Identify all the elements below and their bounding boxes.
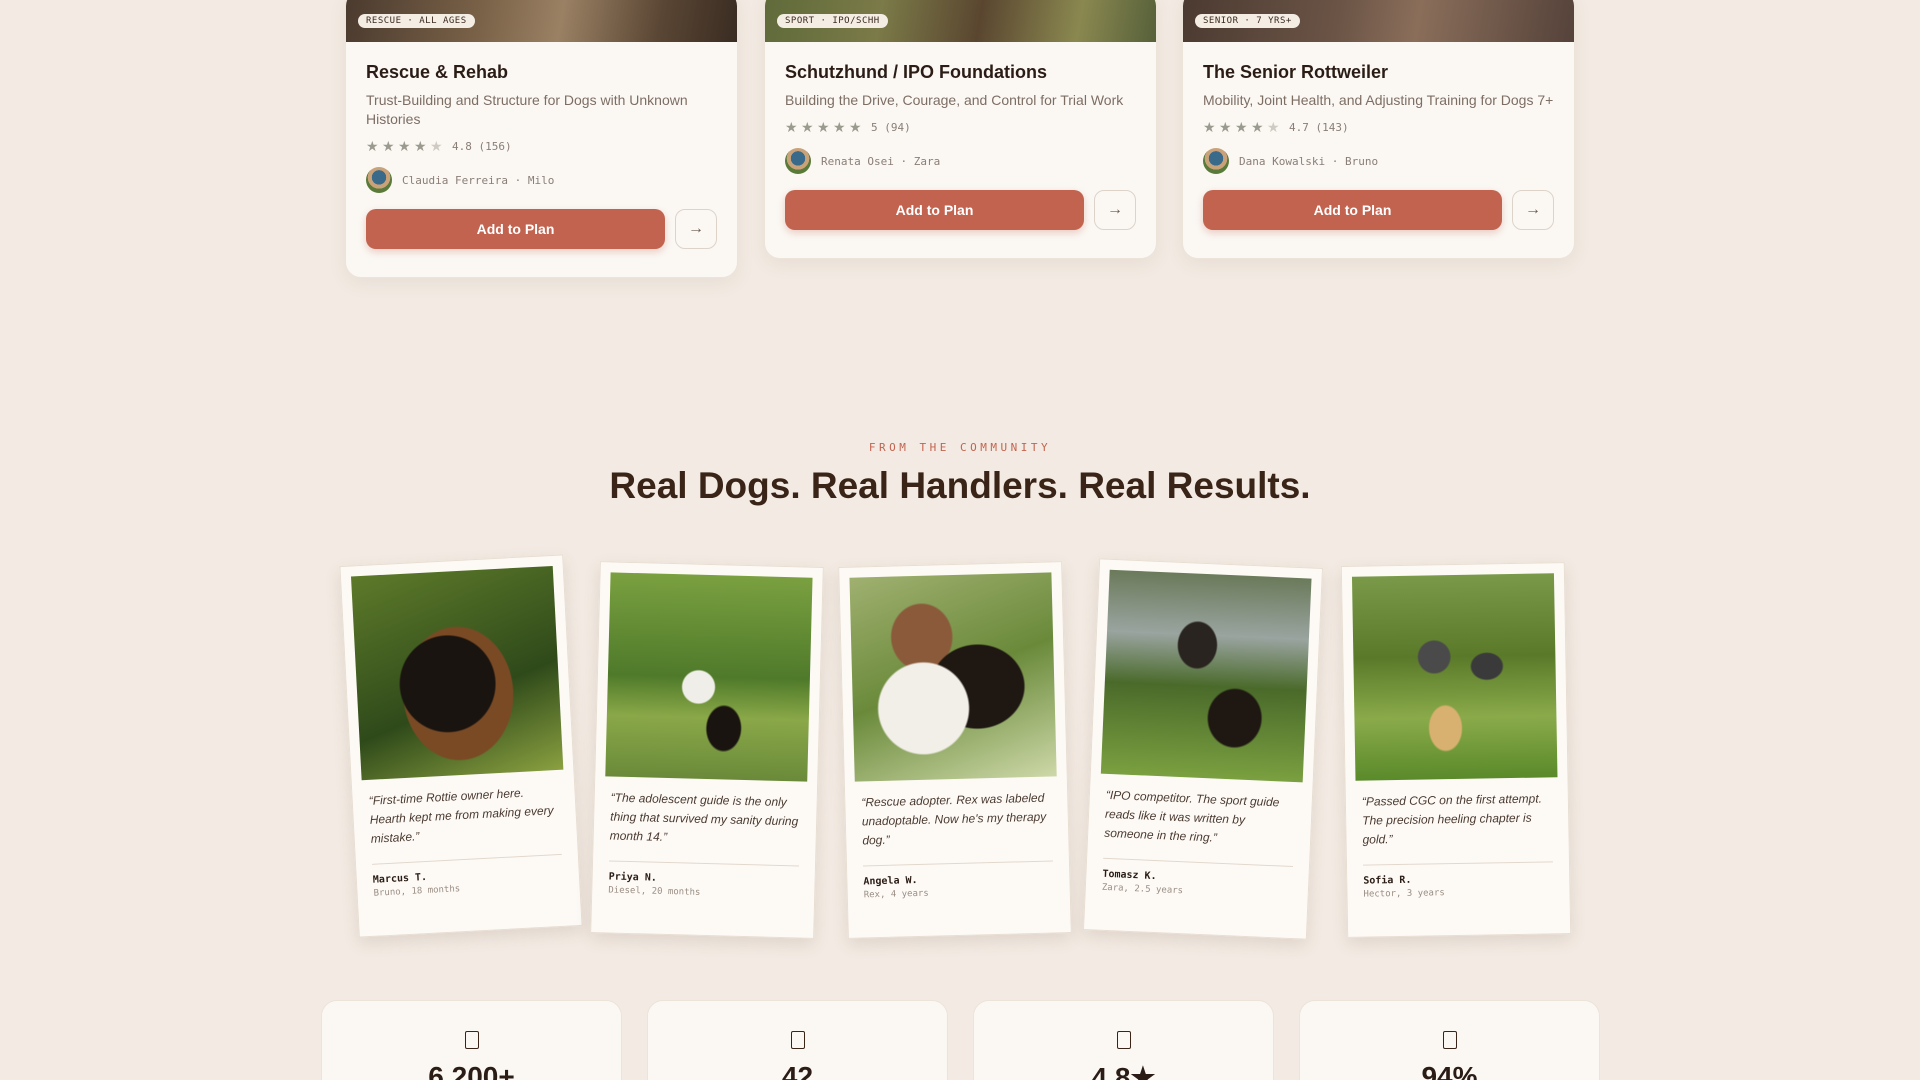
testimonial-author: Angela W.	[863, 875, 918, 888]
testimonial-quote: “The adolescent guide is the only thing …	[609, 790, 799, 844]
course-tag: SPORT · IPO/SCHH	[777, 14, 888, 28]
divider	[372, 853, 562, 865]
star-icon: ★	[1251, 119, 1264, 135]
add-to-plan-button[interactable]: Add to Plan	[1203, 190, 1502, 230]
stat-value: 42	[781, 1061, 814, 1080]
course-title[interactable]: The Senior Rottweiler	[1203, 62, 1554, 83]
testimonial-photo	[350, 565, 564, 781]
avatar	[785, 148, 811, 174]
star-icon: ★	[1203, 119, 1216, 135]
star-icon: ★	[366, 138, 379, 154]
testimonial-photo	[605, 572, 813, 782]
author-name: Renata Osei · Zara	[821, 154, 941, 168]
course-subtitle: Building the Drive, Courage, and Control…	[785, 92, 1124, 108]
course-author: Renata Osei · Zara	[785, 148, 1136, 174]
star-icon: ★	[382, 138, 395, 154]
paw-icon	[464, 1031, 479, 1049]
testimonial-photo	[1100, 569, 1312, 783]
section-title: Real Dogs. Real Handlers. Real Results.	[609, 465, 1311, 506]
course-card[interactable]: SENIOR · 7 YRS+ The Senior Rottweiler Mo…	[1182, 0, 1575, 259]
star-icon: ★	[414, 138, 427, 154]
stat-value: 94%	[1421, 1061, 1478, 1080]
course-author: Dana Kowalski · Bruno	[1203, 148, 1554, 174]
course-rating: ★ ★ ★ ★ ★ 4.8 (156)	[366, 139, 717, 153]
course-rating: ★ ★ ★ ★ ★ 5 (94)	[785, 120, 1136, 134]
divider	[1103, 857, 1293, 868]
testimonial-quote: “Rescue adopter. Rex was labeled unadopt…	[861, 790, 1047, 848]
stat-value: 4.8★	[1091, 1062, 1156, 1080]
testimonial-card: “Rescue adopter. Rex was labeled unadopt…	[838, 561, 1072, 939]
testimonial-quote: “IPO competitor. The sport guide reads l…	[1103, 787, 1280, 845]
divider	[1362, 861, 1553, 866]
star-rating: ★ ★ ★ ★ ★	[785, 120, 863, 134]
avatar	[366, 167, 392, 193]
testimonial-dog: Hector, 3 years	[1363, 888, 1445, 900]
course-tag: SENIOR · 7 YRS+	[1195, 14, 1300, 28]
course-image: SPORT · IPO/SCHH	[765, 0, 1156, 42]
course-subtitle: Mobility, Joint Health, and Adjusting Tr…	[1203, 92, 1554, 108]
course-card[interactable]: SPORT · IPO/SCHH Schutzhund / IPO Founda…	[764, 0, 1157, 259]
star-icon: ★	[817, 119, 830, 135]
rating-text: 5 (94)	[871, 120, 911, 134]
course-image: RESCUE · ALL AGES	[346, 0, 737, 42]
avatar	[1203, 148, 1229, 174]
arrow-right-icon[interactable]: →	[675, 209, 717, 249]
star-icon: ★	[1235, 119, 1248, 135]
divider	[609, 860, 800, 867]
star-icon	[1116, 1031, 1131, 1049]
stat-card: 4.8★	[973, 1000, 1274, 1080]
course-image: SENIOR · 7 YRS+	[1183, 0, 1574, 42]
stat-value: 6,200+	[428, 1061, 515, 1080]
testimonial-quote: “First-time Rottie owner here. Hearth ke…	[368, 785, 554, 846]
stat-card: 94%	[1299, 1000, 1600, 1080]
course-title[interactable]: Schutzhund / IPO Foundations	[785, 62, 1136, 83]
testimonial-card: “Passed CGC on the first attempt. The pr…	[1340, 562, 1572, 938]
testimonial-author: Priya N.	[608, 871, 657, 884]
star-icon: ★	[849, 119, 862, 135]
trophy-icon	[1442, 1031, 1457, 1049]
section-eyebrow: FROM THE COMMUNITY	[868, 441, 1052, 454]
rating-text: 4.8 (156)	[452, 139, 512, 153]
star-icon: ★	[801, 119, 814, 135]
testimonial-dog: Rex, 4 years	[863, 888, 929, 901]
star-icon: ★	[833, 119, 846, 135]
arrow-right-icon[interactable]: →	[1094, 190, 1136, 230]
stat-card: 42	[647, 1000, 948, 1080]
star-rating: ★ ★ ★ ★ ★	[366, 139, 444, 153]
author-name: Dana Kowalski · Bruno	[1239, 154, 1379, 168]
course-tag: RESCUE · ALL AGES	[358, 14, 475, 28]
testimonial-author: Sofia R.	[1363, 874, 1412, 887]
course-author: Claudia Ferreira · Milo	[366, 167, 717, 193]
course-title[interactable]: Rescue & Rehab	[366, 62, 717, 83]
star-icon: ★	[1219, 119, 1232, 135]
testimonial-dog: Diesel, 20 months	[608, 885, 701, 898]
testimonial-quote: “Passed CGC on the first attempt. The pr…	[1361, 791, 1543, 847]
star-icon: ★	[430, 138, 443, 154]
course-subtitle: Trust-Building and Structure for Dogs wi…	[366, 92, 688, 127]
testimonial-card: “The adolescent guide is the only thing …	[590, 561, 824, 939]
add-to-plan-button[interactable]: Add to Plan	[366, 209, 665, 249]
star-icon: ★	[398, 138, 411, 154]
course-card[interactable]: RESCUE · ALL AGES Rescue & Rehab Trust-B…	[345, 0, 738, 278]
testimonial-photo	[1351, 573, 1558, 781]
star-rating: ★ ★ ★ ★ ★	[1203, 120, 1281, 134]
testimonial-card: “IPO competitor. The sport guide reads l…	[1082, 558, 1324, 940]
rating-text: 4.7 (143)	[1289, 120, 1349, 134]
book-icon	[790, 1031, 805, 1049]
testimonial-photo	[849, 572, 1057, 782]
author-name: Claudia Ferreira · Milo	[402, 173, 555, 187]
arrow-right-icon[interactable]: →	[1512, 190, 1554, 230]
add-to-plan-button[interactable]: Add to Plan	[785, 190, 1084, 230]
star-icon: ★	[1267, 119, 1280, 135]
stat-card: 6,200+	[321, 1000, 622, 1080]
star-icon: ★	[785, 119, 798, 135]
course-rating: ★ ★ ★ ★ ★ 4.7 (143)	[1203, 120, 1554, 134]
testimonial-card: “First-time Rottie owner here. Hearth ke…	[339, 554, 583, 938]
divider	[862, 860, 1053, 867]
